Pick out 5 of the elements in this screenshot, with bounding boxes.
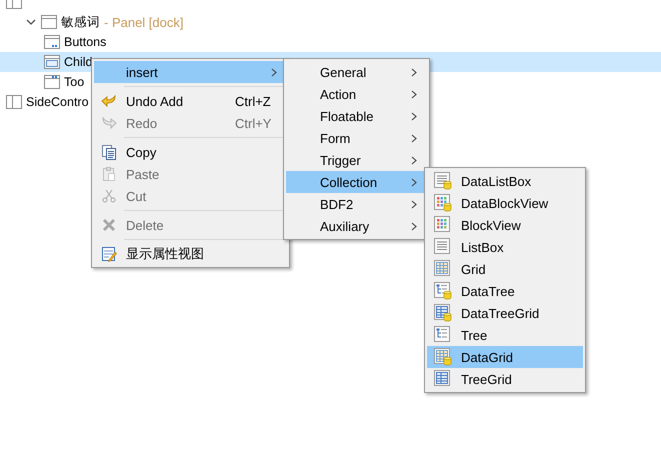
node-type-label: - Panel [dock] <box>104 14 184 30</box>
tree-label: 敏感词 <box>61 14 100 30</box>
tree-label: Too <box>64 75 84 89</box>
tree-label: SideContro <box>26 95 89 109</box>
tree-label: Buttons <box>64 35 106 49</box>
